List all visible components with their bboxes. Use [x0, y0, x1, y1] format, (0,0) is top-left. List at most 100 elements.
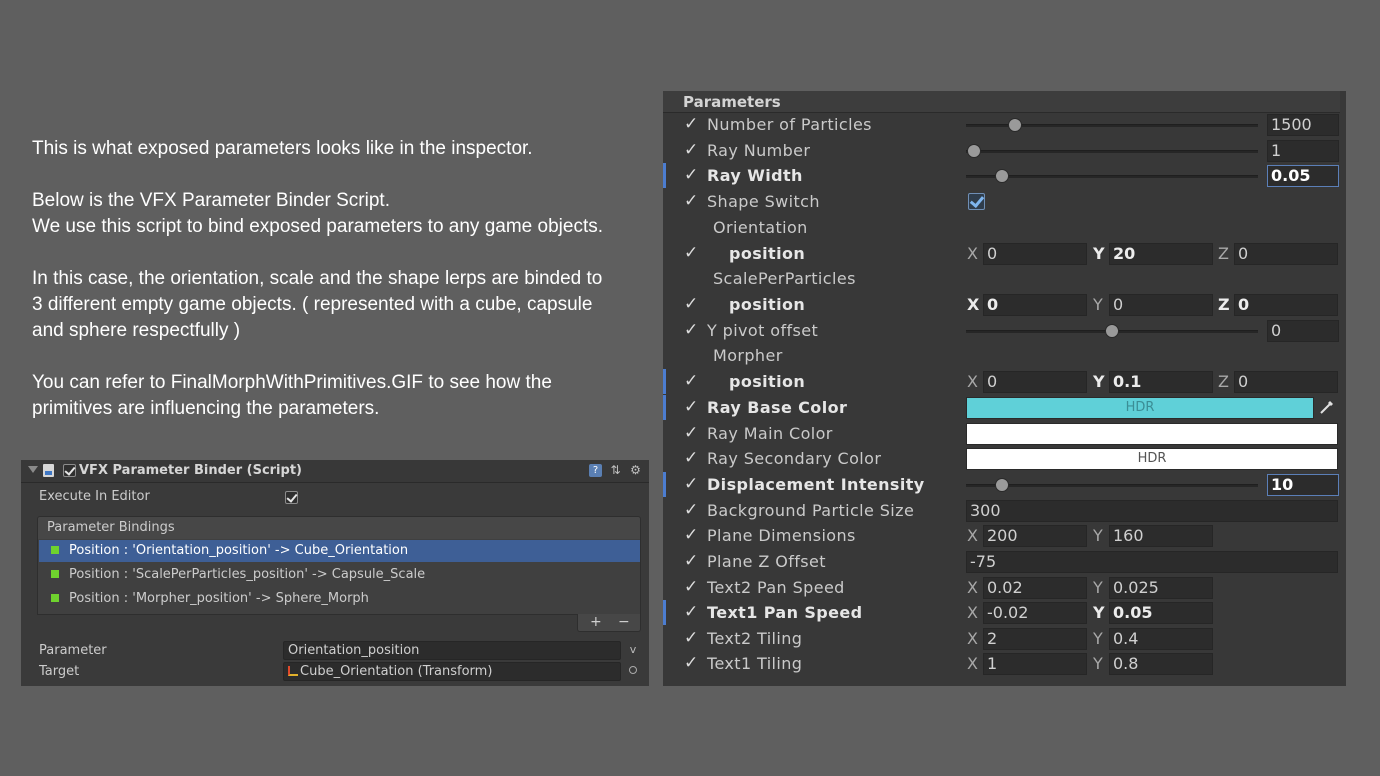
override-checkmark-icon[interactable]: ✓	[684, 446, 698, 471]
y-field[interactable]: 0.025	[1109, 577, 1213, 599]
preset-sliders-icon[interactable]: ⇅	[609, 464, 622, 477]
binding-label: Position : 'Morpher_position' -> Sphere_…	[69, 591, 369, 606]
modified-indicator	[663, 369, 666, 394]
color-swatch[interactable]: HDR	[966, 397, 1314, 419]
slider-track[interactable]	[966, 175, 1258, 178]
parameter-dropdown-button[interactable]: v	[626, 641, 640, 658]
parameter-label: Parameter	[39, 643, 107, 658]
x-field[interactable]: 0	[983, 294, 1087, 316]
slider-handle[interactable]	[967, 144, 981, 158]
value-field[interactable]: 0.05	[1267, 165, 1339, 187]
parameter-field[interactable]: Orientation_position	[283, 641, 621, 660]
override-checkmark-icon[interactable]: ✓	[684, 498, 698, 523]
modified-indicator	[663, 163, 666, 188]
help-book-icon[interactable]: ?	[589, 464, 602, 477]
remove-binding-button[interactable]: −	[618, 614, 630, 631]
value-field[interactable]: 1	[1267, 140, 1339, 162]
override-checkmark-icon[interactable]: ✓	[684, 651, 698, 676]
override-checkmark-icon[interactable]: ✓	[684, 549, 698, 574]
z-field[interactable]: 0	[1234, 243, 1338, 265]
component-enabled-checkbox[interactable]	[63, 464, 76, 477]
param-label: Ray Secondary Color	[707, 449, 882, 468]
param-row-plane-z-offset: ✓ Plane Z Offset -75	[663, 549, 1346, 574]
value-field[interactable]: 0	[1267, 320, 1339, 342]
target-value: Cube_Orientation (Transform)	[300, 664, 493, 679]
axis-z-label: Z	[1218, 244, 1229, 263]
add-binding-button[interactable]: +	[590, 614, 602, 631]
override-checkmark-icon[interactable]: ✓	[684, 189, 698, 214]
vfx-parameter-binder-panel: VFX Parameter Binder (Script) ? ⇅ ⚙ Exec…	[21, 460, 649, 686]
override-checkmark-icon[interactable]: ✓	[684, 138, 698, 163]
checkmark-icon	[64, 464, 76, 476]
list-item[interactable]: Position : 'Orientation_position' -> Cub…	[39, 540, 640, 562]
value-field[interactable]: -75	[966, 551, 1338, 573]
param-row-background-particle-size: ✓ Background Particle Size 300	[663, 498, 1346, 523]
execute-in-editor-checkbox[interactable]	[285, 491, 298, 504]
override-checkmark-icon[interactable]: ✓	[684, 523, 698, 548]
value-field[interactable]: 300	[966, 500, 1338, 522]
override-checkmark-icon[interactable]: ✓	[684, 395, 698, 420]
slider-track[interactable]	[966, 150, 1258, 153]
color-swatch[interactable]: HDR	[966, 448, 1338, 470]
x-field[interactable]: 0.02	[983, 577, 1087, 599]
x-field[interactable]: -0.02	[983, 602, 1087, 624]
axis-x-label: X	[967, 526, 978, 545]
param-row-y-pivot-offset: ✓ Y pivot offset 0	[663, 318, 1346, 343]
z-field[interactable]: 0	[1234, 294, 1338, 316]
y-field[interactable]: 0.8	[1109, 653, 1213, 675]
y-field[interactable]: 160	[1109, 525, 1213, 547]
override-checkmark-icon[interactable]: ✓	[684, 112, 698, 137]
description-text: This is what exposed parameters looks li…	[32, 136, 652, 448]
override-checkmark-icon[interactable]: ✓	[684, 318, 698, 343]
parameters-title: Parameters	[683, 93, 781, 111]
binding-label: Position : 'Orientation_position' -> Cub…	[69, 543, 409, 558]
axis-y-label: Y	[1093, 295, 1103, 314]
gear-icon[interactable]: ⚙	[629, 464, 642, 477]
param-label: Plane Dimensions	[707, 526, 856, 545]
slider-handle[interactable]	[994, 169, 1009, 183]
y-field[interactable]: 0.05	[1109, 602, 1213, 624]
y-field[interactable]: 20	[1109, 243, 1213, 265]
override-checkmark-icon[interactable]: ✓	[684, 369, 698, 394]
x-field[interactable]: 1	[983, 653, 1087, 675]
value-field[interactable]: 10	[1267, 474, 1339, 496]
override-checkmark-icon[interactable]: ✓	[684, 600, 698, 625]
x-field[interactable]: 2	[983, 628, 1087, 650]
param-label: Ray Main Color	[707, 424, 833, 443]
description-line: Below is the VFX Parameter Binder Script…	[32, 190, 390, 211]
param-label: Text1 Tiling	[707, 654, 803, 673]
slider-track[interactable]	[966, 484, 1258, 487]
y-field[interactable]: 0.4	[1109, 628, 1213, 650]
override-checkmark-icon[interactable]: ✓	[684, 163, 698, 188]
y-field[interactable]: 0	[1109, 294, 1213, 316]
foldout-arrow-icon[interactable]	[28, 466, 38, 473]
list-item[interactable]: Position : 'ScalePerParticles_position' …	[39, 564, 640, 586]
axis-y-label: Y	[1093, 603, 1105, 622]
value-field[interactable]: 1500	[1267, 114, 1339, 136]
slider-handle[interactable]	[994, 478, 1009, 492]
x-field[interactable]: 0	[983, 243, 1087, 265]
override-checkmark-icon[interactable]: ✓	[684, 575, 698, 600]
axis-x-label: X	[967, 629, 978, 648]
list-item[interactable]: Position : 'Morpher_position' -> Sphere_…	[39, 588, 640, 610]
override-checkmark-icon[interactable]: ✓	[684, 421, 698, 446]
object-picker-icon[interactable]	[629, 666, 637, 674]
color-swatch[interactable]	[966, 423, 1338, 445]
y-field[interactable]: 0.1	[1109, 371, 1213, 393]
override-checkmark-icon[interactable]: ✓	[684, 241, 698, 266]
override-checkmark-icon[interactable]: ✓	[684, 472, 698, 497]
x-field[interactable]: 200	[983, 525, 1087, 547]
slider-handle[interactable]	[1008, 118, 1023, 132]
z-field[interactable]: 0	[1234, 371, 1338, 393]
override-checkmark-icon[interactable]: ✓	[684, 626, 698, 651]
x-field[interactable]: 0	[983, 371, 1087, 393]
shape-switch-checkbox[interactable]	[968, 192, 985, 210]
param-label: Text2 Tiling	[707, 629, 803, 648]
param-row-ray-main-color: ✓ Ray Main Color	[663, 421, 1346, 446]
component-header[interactable]: VFX Parameter Binder (Script) ? ⇅ ⚙	[21, 460, 649, 483]
eyedropper-icon[interactable]	[1319, 399, 1335, 415]
target-field[interactable]: Cube_Orientation (Transform)	[283, 662, 621, 681]
slider-handle[interactable]	[1105, 324, 1119, 338]
execute-in-editor-label: Execute In Editor	[39, 489, 150, 504]
override-checkmark-icon[interactable]: ✓	[684, 292, 698, 317]
